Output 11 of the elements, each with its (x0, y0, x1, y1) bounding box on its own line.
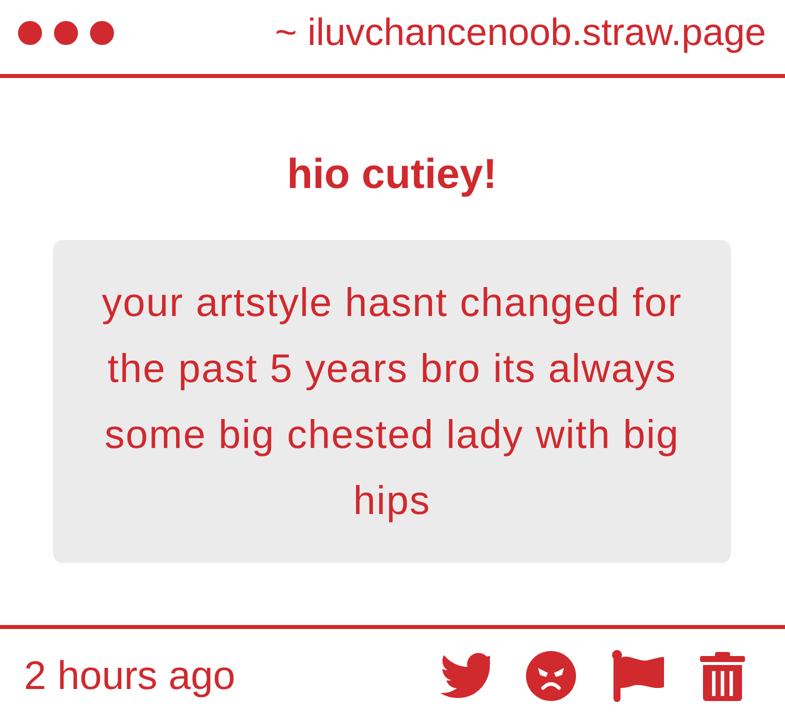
flag-icon[interactable] (612, 650, 664, 702)
timestamp: 2 hours ago (24, 652, 236, 698)
dot-icon (18, 21, 42, 45)
dot-icon (54, 21, 78, 45)
bird-icon[interactable] (440, 653, 490, 698)
dot-icon (90, 21, 114, 45)
message-text: your artstyle hasnt changed for the past 5 years bro its always some big chested lady with big hips (100, 280, 684, 525)
angry-face-icon[interactable] (526, 650, 576, 700)
trash-icon[interactable] (700, 650, 745, 700)
message-title: hio cutiey! (286, 150, 498, 198)
site-address: ~ iluvchancenoob.straw.page (274, 11, 766, 55)
